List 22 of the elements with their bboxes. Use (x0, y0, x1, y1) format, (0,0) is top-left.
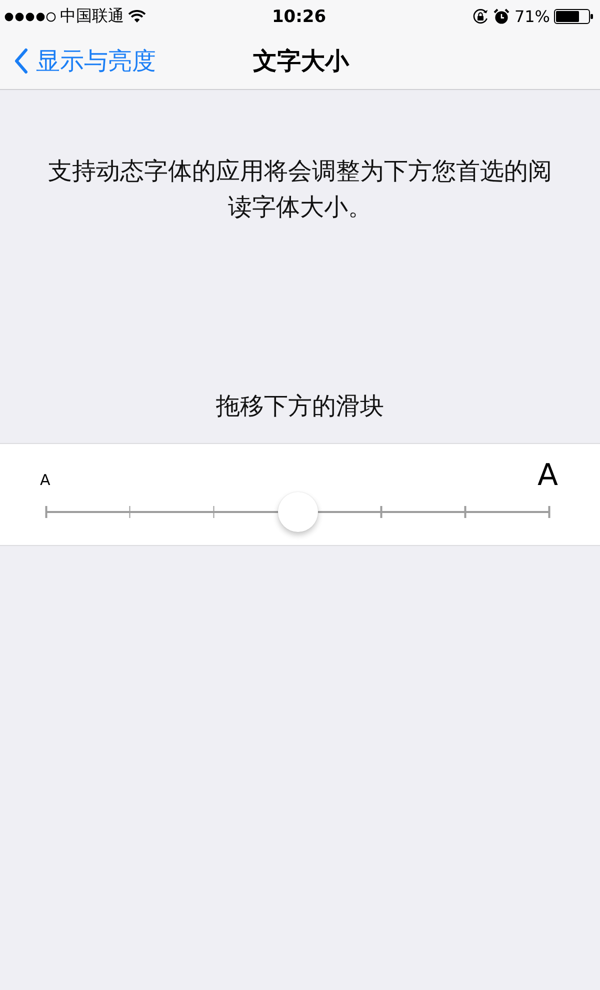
rotation-lock-icon (472, 8, 490, 25)
small-text-label: A (40, 470, 50, 491)
alarm-clock-icon (493, 8, 510, 25)
tick-mark (380, 506, 382, 518)
slider-hint: 拖移下方的滑块 (215, 391, 385, 422)
page-title: 文字大小 (253, 46, 349, 77)
chevron-left-icon (14, 48, 28, 74)
tick-mark (45, 506, 47, 518)
signal-icon (4, 12, 56, 22)
wifi-icon (128, 10, 146, 23)
large-text-label: A (537, 460, 558, 492)
description-text: 支持动态字体的应用将会调整为下方您首选的阅读字体大小。 (47, 156, 553, 223)
carrier-name: 中国联通 (60, 6, 124, 27)
battery-percent: 71% (514, 7, 550, 26)
back-button[interactable]: 显示与亮度 (14, 45, 156, 77)
tick-mark (129, 506, 131, 518)
status-time: 10:26 (272, 6, 326, 26)
tick-mark (212, 506, 214, 518)
tick-mark (464, 506, 466, 518)
tick-mark (548, 506, 550, 518)
slider-thumb[interactable] (278, 492, 318, 532)
battery-icon (554, 9, 594, 24)
